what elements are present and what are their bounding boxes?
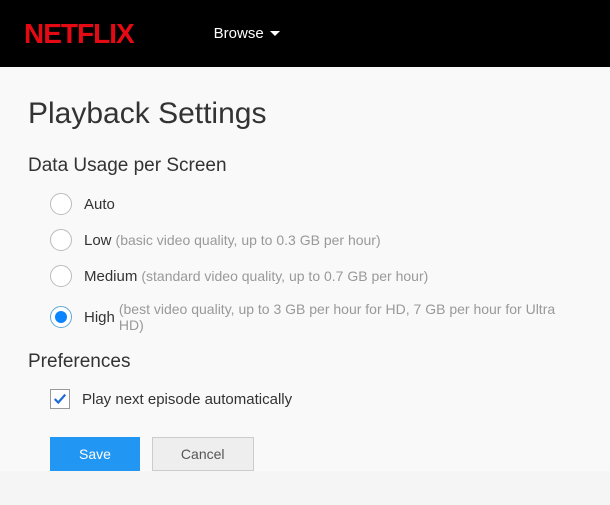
option-label: High: [84, 309, 115, 326]
content-area: Playback Settings Data Usage per Screen …: [0, 67, 610, 471]
autoplay-label: Play next episode automatically: [82, 391, 292, 408]
preferences-heading: Preferences: [28, 351, 582, 373]
option-desc: (basic video quality, up to 0.3 GB per h…: [116, 232, 381, 248]
option-desc: (best video quality, up to 3 GB per hour…: [119, 301, 582, 333]
browse-menu[interactable]: Browse: [214, 25, 280, 42]
radio-icon: [50, 306, 72, 328]
option-label: Low: [84, 232, 112, 249]
option-desc: (standard video quality, up to 0.7 GB pe…: [141, 268, 428, 284]
radio-icon: [50, 193, 72, 215]
data-usage-heading: Data Usage per Screen: [28, 155, 582, 177]
checkmark-icon: [53, 392, 67, 406]
autoplay-checkbox-row[interactable]: Play next episode automatically: [28, 389, 582, 409]
data-usage-option-low[interactable]: Low (basic video quality, up to 0.3 GB p…: [50, 229, 582, 251]
data-usage-option-high[interactable]: High (best video quality, up to 3 GB per…: [50, 301, 582, 333]
browse-label: Browse: [214, 25, 264, 42]
netflix-logo[interactable]: NETFLIX: [24, 18, 134, 50]
page-title: Playback Settings: [28, 97, 582, 131]
data-usage-options: Auto Low (basic video quality, up to 0.3…: [28, 193, 582, 333]
save-button[interactable]: Save: [50, 437, 140, 471]
radio-selected-dot-icon: [55, 311, 67, 323]
checkbox-icon: [50, 389, 70, 409]
action-buttons: Save Cancel: [28, 437, 582, 471]
caret-down-icon: [270, 31, 280, 36]
top-navbar: NETFLIX Browse: [0, 0, 610, 67]
radio-icon: [50, 265, 72, 287]
cancel-button[interactable]: Cancel: [152, 437, 254, 471]
option-label: Medium: [84, 268, 137, 285]
data-usage-option-auto[interactable]: Auto: [50, 193, 582, 215]
data-usage-option-medium[interactable]: Medium (standard video quality, up to 0.…: [50, 265, 582, 287]
radio-icon: [50, 229, 72, 251]
option-label: Auto: [84, 196, 115, 213]
